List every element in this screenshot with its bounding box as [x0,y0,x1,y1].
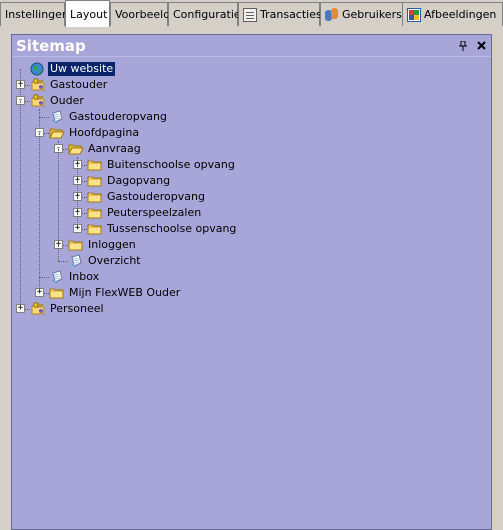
expand-icon[interactable]: + [16,304,25,313]
pin-icon[interactable] [455,38,471,54]
tree-item-personeel[interactable]: + Personeel [12,301,482,317]
folder-open-icon [68,142,84,156]
folder-icon [87,190,103,204]
page-icon [49,270,65,284]
key-folder-icon [30,78,46,92]
tree-item-label: Inbox [69,270,100,283]
folder-icon [87,206,103,220]
tree-item-mijn-flexweb-ouder[interactable]: + Mijn FlexWEB Ouder [12,285,482,301]
tree-item-gastouderopvang[interactable]: Gastouderopvang [12,109,482,125]
tab-label: Voorbeeld [115,8,171,21]
globe-icon [30,62,46,76]
tab-label: Afbeeldingen [424,8,497,21]
close-icon[interactable] [473,38,489,54]
tree-item-label: Peuterspeelzalen [107,206,202,219]
tree-item-label: Gastouderopvang [69,110,167,123]
tab-bar: Instellingen Layout Voorbeeld Configuratie T… [0,0,503,27]
expand-icon[interactable]: + [35,288,44,297]
tree-item-label: Uw website [48,62,116,76]
tree-item-hoofdpagina[interactable]: - Hoofdpagina [12,125,482,141]
page-icon [49,110,65,124]
tab-label: Layout [70,7,108,21]
tree-item-label: Inloggen [88,238,136,251]
tree-item-tussenschoolse-opvang[interactable]: + Tussenschoolse opvang [12,221,482,237]
tab-label: Configuratie [173,8,241,21]
panel-header: Sitemap [12,35,491,57]
tree-item-label: Mijn FlexWEB Ouder [69,286,181,299]
tree-item-label: Dagopvang [107,174,171,187]
folder-icon [87,222,103,236]
users-icon [325,7,339,22]
tab-label: Instellingen [5,8,69,21]
page-icon [68,254,84,268]
tree-item-label: Ouder [50,94,84,107]
panel-title: Sitemap [16,36,86,55]
tab-transacties[interactable]: Transacties [238,2,322,26]
tab-gebruikers[interactable]: Gebruikers [320,2,404,26]
tree-connector-line [58,149,59,245]
tree-connector-line [20,101,21,309]
tree-item-label: Overzicht [88,254,141,267]
tree-item-uw-website[interactable]: Uw website [12,61,482,77]
tree-item-label: Hoofdpagina [69,126,140,139]
tree-item-gastouderopvang[interactable]: + Gastouderopvang [12,189,482,205]
tree-item-inloggen[interactable]: + Inloggen [12,237,482,253]
tree-item-overzicht[interactable]: Overzicht [12,253,482,269]
tab-label: Gebruikers [342,8,402,21]
tree-item-ouder[interactable]: - Ouder [12,93,482,109]
tree-item-peuterspeelzalen[interactable]: + Peuterspeelzalen [12,205,482,221]
key-folder-icon [30,302,46,316]
tree-item-label: Personeel [50,302,104,315]
tree-item-aanvraag[interactable]: - Aanvraag [12,141,482,157]
tree-item-buitenschoolse-opvang[interactable]: + Buitenschoolse opvang [12,157,482,173]
tab-afbeeldingen[interactable]: Afbeeldingen [402,2,503,26]
images-icon [407,7,421,22]
folder-icon [68,238,84,252]
tree-item-label: Gastouder [50,78,108,91]
folder-icon [49,286,65,300]
tree-item-label: Gastouderopvang [107,190,205,203]
tree-item-label: Tussenschoolse opvang [107,222,237,235]
tree-item-label: Buitenschoolse opvang [107,158,235,171]
tab-instellingen[interactable]: Instellingen [0,2,69,26]
document-icon [243,7,257,22]
expand-icon[interactable]: + [73,224,82,233]
folder-icon [87,158,103,172]
tree-item-inbox[interactable]: Inbox [12,269,482,285]
folder-open-icon [49,126,65,140]
tab-voorbeeld[interactable]: Voorbeeld [110,2,171,26]
tab-label: Transacties [260,8,322,21]
tab-configuratie[interactable]: Configuratie [168,2,241,26]
tree-item-dagopvang[interactable]: + Dagopvang [12,173,482,189]
tree-connector-line [39,133,40,277]
key-folder-icon [30,94,46,108]
tab-layout[interactable]: Layout [65,0,110,27]
tree-item-gastouder[interactable]: + Gastouder [12,77,482,93]
folder-icon [87,174,103,188]
tree-item-label: Aanvraag [88,142,141,155]
sitemap-panel: Sitemap Uw website + Gastouder - Ouder Gastou… [11,34,492,530]
